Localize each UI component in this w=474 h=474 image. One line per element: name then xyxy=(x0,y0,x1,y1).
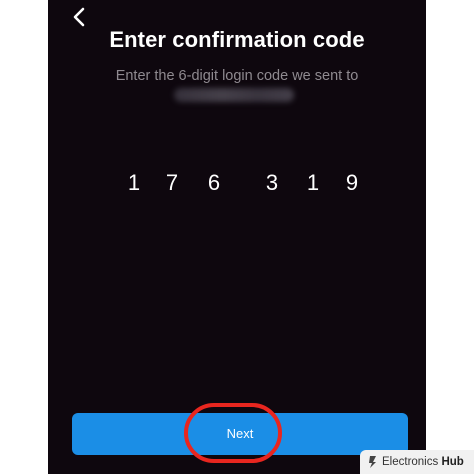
page: Enter confirmation code Enter the 6-digi… xyxy=(0,0,474,474)
watermark: Electronics Hub xyxy=(360,450,474,474)
code-digit: 7 xyxy=(165,170,179,195)
code-digit: 1 xyxy=(306,170,320,195)
brand-logo-icon xyxy=(369,456,376,468)
watermark-brand: Electronics xyxy=(382,456,442,468)
masked-contact xyxy=(174,88,294,102)
page-title: Enter confirmation code xyxy=(109,27,365,52)
code-digit: 1 xyxy=(127,170,141,195)
phone-screen: Enter confirmation code Enter the 6-digi… xyxy=(48,0,426,474)
instruction-text: Enter the 6-digit login code we sent to xyxy=(115,68,359,84)
code-digit: 6 xyxy=(207,170,221,195)
code-input[interactable]: 1 7 6 3 1 9 xyxy=(124,170,374,200)
next-button[interactable]: Next xyxy=(72,413,408,455)
code-digit: 9 xyxy=(345,170,359,195)
code-digit: 3 xyxy=(265,170,279,195)
watermark-brand-bold: Hub xyxy=(441,456,464,468)
